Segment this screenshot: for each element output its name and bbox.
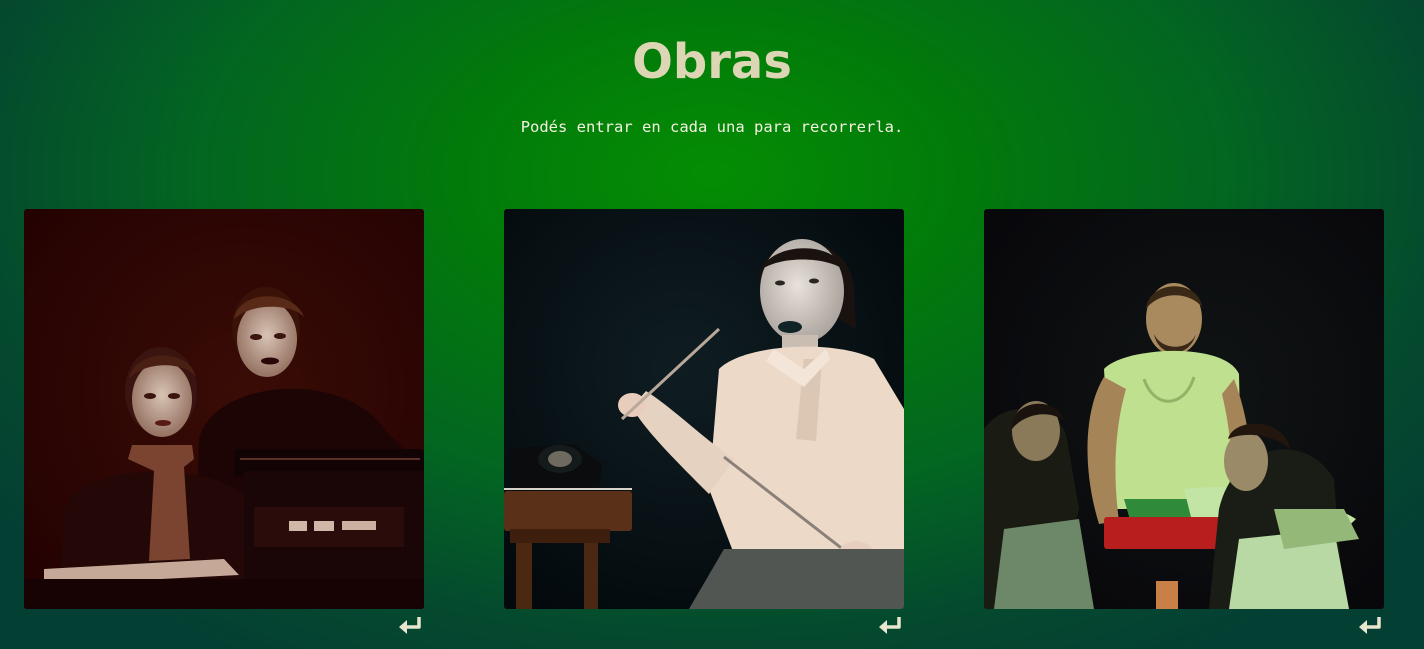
work-card-1 bbox=[24, 209, 424, 641]
work-photo-3[interactable] bbox=[984, 209, 1384, 609]
work-photo-1[interactable] bbox=[24, 209, 424, 609]
page-title: Obras bbox=[632, 34, 792, 90]
enter-icon[interactable] bbox=[398, 615, 424, 637]
work-card-3 bbox=[984, 209, 1384, 641]
page-subtitle: Podés entrar en cada una para recorrerla… bbox=[520, 118, 904, 136]
work-card-2 bbox=[504, 209, 904, 641]
enter-icon[interactable] bbox=[1358, 615, 1384, 637]
work-photo-2[interactable] bbox=[504, 209, 904, 609]
enter-icon[interactable] bbox=[878, 615, 904, 637]
